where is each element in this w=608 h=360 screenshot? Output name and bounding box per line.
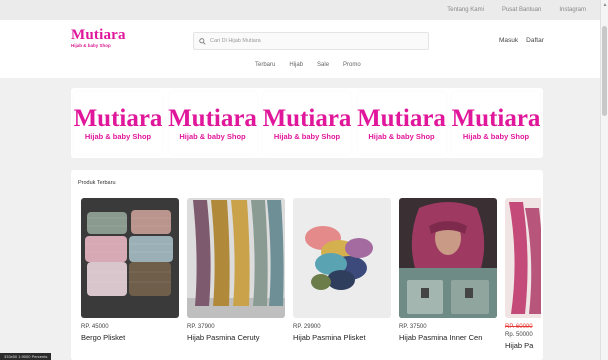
banner-title: Mutiara [357, 104, 446, 132]
product-card[interactable]: RP. 29900 Hijab Pasmina Plisket [293, 198, 391, 350]
logo-title: Mutiara [71, 27, 126, 43]
product-price-new: Rp. 50000 [505, 332, 533, 338]
banner-item[interactable]: Mutiara Hijab & baby Shop [263, 92, 351, 154]
banner-item[interactable]: Mutiara Hijab & baby Shop [452, 92, 540, 154]
product-card[interactable]: RP. 45000 Bergo Plisket [81, 198, 179, 350]
search-icon [199, 37, 206, 45]
product-card[interactable]: RP. 37500 Hijab Pasmina Inner Cen [399, 198, 497, 350]
login-link[interactable]: Masuk [499, 37, 518, 44]
top-links: Tentang Kami Pusat Bantuan Instagram [447, 7, 586, 13]
product-price: RP. 37500 [399, 324, 427, 330]
status-bar: 333x50 1:9000 Percents [0, 353, 52, 360]
product-name[interactable]: Hijab Pa [505, 341, 541, 350]
page-scrollbar[interactable]: ▲ [600, 0, 608, 360]
product-name[interactable]: Hijab Pasmina Inner Cen [399, 333, 497, 342]
auth-links: Masuk Daftar [499, 37, 544, 44]
products-section: Produk Terbaru RP. 45000 Bergo Plisket R… [71, 170, 543, 360]
banner-subtitle: Hijab & baby Shop [84, 131, 152, 141]
product-price: RP. 37900 [187, 324, 215, 330]
logo[interactable]: Mutiara Hijab & baby Shop [71, 28, 126, 49]
top-link-help[interactable]: Pusat Bantuan [502, 7, 541, 13]
product-list: RP. 45000 Bergo Plisket RP. 37900 Hijab … [81, 198, 541, 350]
nav-item-terbaru[interactable]: Terbaru [255, 62, 275, 68]
product-image-pasmina-plisket[interactable] [293, 198, 391, 318]
banner-title: Mutiara [262, 104, 352, 132]
product-image-pasmina-inner[interactable] [399, 198, 497, 318]
product-name[interactable]: Hijab Pasmina Ceruty [187, 333, 285, 342]
product-card[interactable]: RP. 37900 Hijab Pasmina Ceruty [187, 198, 285, 350]
banner-subtitle: Hijab & baby Shop [273, 131, 341, 141]
banner-subtitle: Hijab & baby Shop [462, 131, 530, 141]
product-price: RP. 45000 [81, 324, 109, 330]
product-name[interactable]: Hijab Pasmina Plisket [293, 333, 391, 342]
banner-title: Mutiara [73, 104, 163, 132]
nav-item-promo[interactable]: Promo [343, 62, 361, 68]
product-image-bergo-plisket[interactable] [81, 198, 179, 318]
top-bar: Tentang Kami Pusat Bantuan Instagram [0, 0, 600, 20]
register-link[interactable]: Daftar [526, 37, 544, 44]
product-image-hijab-pa[interactable] [505, 198, 541, 318]
banner-title: Mutiara [168, 104, 257, 132]
product-price-old: RP. 60000 [505, 324, 533, 330]
banner-subtitle: Hijab & baby Shop [179, 131, 246, 141]
section-title: Produk Terbaru [78, 180, 116, 186]
logo-subtitle: Hijab & baby Shop [71, 43, 111, 48]
banner-item[interactable]: Mutiara Hijab & baby Shop [357, 92, 446, 154]
banner-item[interactable]: Mutiara Hijab & baby Shop [74, 92, 162, 154]
nav-item-hijab[interactable]: Hijab [289, 62, 303, 68]
banner-strip: Mutiara Hijab & baby Shop Mutiara Hijab … [71, 88, 543, 158]
product-image-pasmina-ceruty[interactable] [187, 198, 285, 318]
product-price: RP. 29900 [293, 324, 321, 330]
nav-item-sale[interactable]: Sale [317, 62, 329, 68]
product-card[interactable]: RP. 60000 Rp. 50000 Hijab Pa [505, 198, 541, 350]
top-link-about[interactable]: Tentang Kami [447, 7, 484, 13]
banner-item[interactable]: Mutiara Hijab & baby Shop [168, 92, 257, 154]
main-nav: Terbaru Hijab Sale Promo [255, 62, 361, 68]
banner-title: Mutiara [451, 104, 541, 132]
banner-subtitle: Hijab & baby Shop [368, 131, 435, 141]
top-link-instagram[interactable]: Instagram [559, 7, 586, 13]
scroll-up-icon[interactable]: ▲ [601, 2, 608, 8]
search-bar[interactable] [193, 32, 429, 50]
header: Mutiara Hijab & baby Shop Masuk Daftar T… [0, 20, 600, 78]
search-input[interactable] [210, 38, 410, 44]
product-name[interactable]: Bergo Plisket [81, 333, 179, 342]
scrollbar-thumb[interactable] [602, 26, 607, 116]
